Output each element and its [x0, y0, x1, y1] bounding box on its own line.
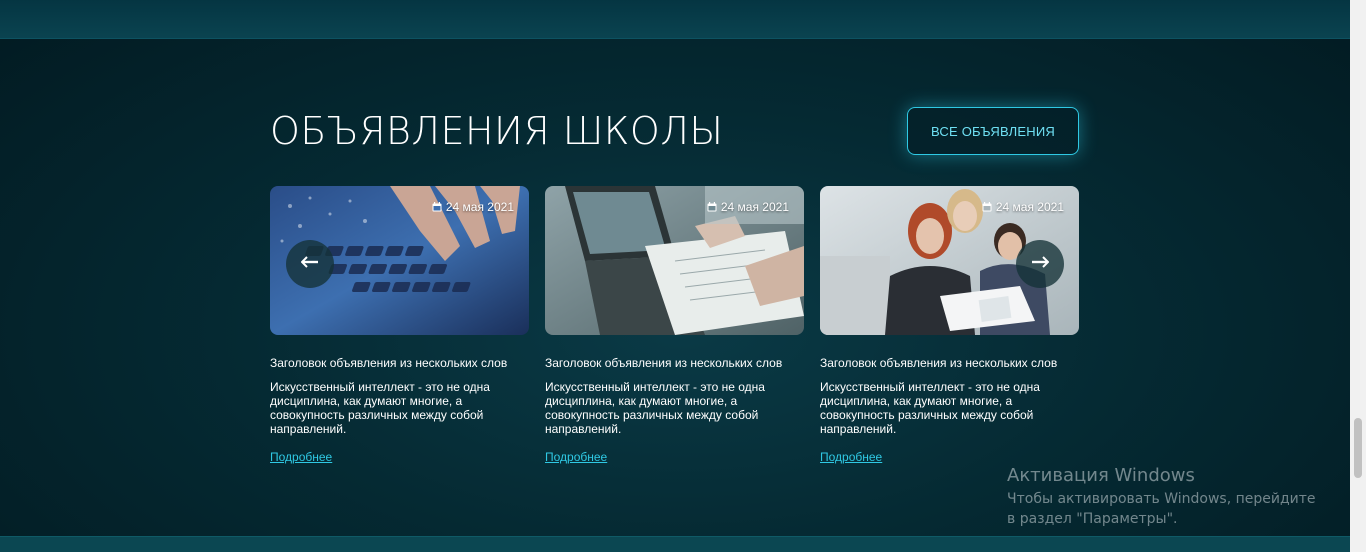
card-image-laptop-documents[interactable]: 24 мая 2021 [545, 186, 804, 335]
card-text: Искусственный интеллект - это не одна ди… [270, 380, 490, 436]
card-date: 24 мая 2021 [432, 200, 514, 214]
calendar-icon [982, 202, 992, 212]
card-text: Искусственный интеллект - это не одна ди… [820, 380, 1040, 436]
card-read-more-link[interactable]: Подробнее [545, 450, 607, 464]
windows-activation-title: Активация Windows [1007, 465, 1195, 486]
windows-activation-text: Чтобы активировать Windows, перейдите в … [1007, 491, 1316, 527]
card-date: 24 мая 2021 [982, 200, 1064, 214]
card-date-text: 24 мая 2021 [720, 200, 789, 214]
card-date-text: 24 мая 2021 [995, 200, 1064, 214]
card-read-more-link[interactable]: Подробнее [270, 450, 332, 464]
page-scrollbar[interactable] [1350, 0, 1366, 552]
footer-band [0, 536, 1366, 552]
card-text: Искусственный интеллект - это не одна ди… [545, 380, 765, 436]
card-date: 24 мая 2021 [707, 200, 789, 214]
calendar-icon [432, 202, 442, 212]
announcement-card: 24 мая 2021 Заголовок объявления из неск… [820, 186, 1079, 466]
announcement-card: 24 мая 2021 Заголовок объявления из неск… [270, 186, 529, 466]
card-read-more-link[interactable]: Подробнее [820, 450, 882, 464]
section-title: ОБЪЯВЛЕНИЯ ШКОЛЫ [270, 109, 724, 153]
card-title: Заголовок объявления из нескольких слов [820, 356, 1058, 370]
windows-activation-watermark: Активация Windows Чтобы активировать Win… [1007, 465, 1327, 529]
card-date-text: 24 мая 2021 [445, 200, 514, 214]
announcement-card: 24 мая 2021 Заголовок объявления из неск… [545, 186, 804, 466]
arrow-right-icon [1031, 255, 1050, 273]
header-band [0, 0, 1350, 39]
all-announcements-button[interactable]: ВСЕ ОБЪЯВЛЕНИЯ [907, 107, 1079, 155]
calendar-icon [707, 202, 717, 212]
arrow-left-icon [300, 255, 319, 273]
card-title: Заголовок объявления из нескольких слов [545, 356, 783, 370]
page: ОБЪЯВЛЕНИЯ ШКОЛЫ ВСЕ ОБЪЯВЛЕНИЯ 24 мая 2… [0, 0, 1366, 552]
carousel-prev-button[interactable] [286, 240, 334, 288]
carousel-next-button[interactable] [1016, 240, 1064, 288]
card-title: Заголовок объявления из нескольких слов [270, 356, 508, 370]
scrollbar-thumb[interactable] [1354, 418, 1362, 478]
